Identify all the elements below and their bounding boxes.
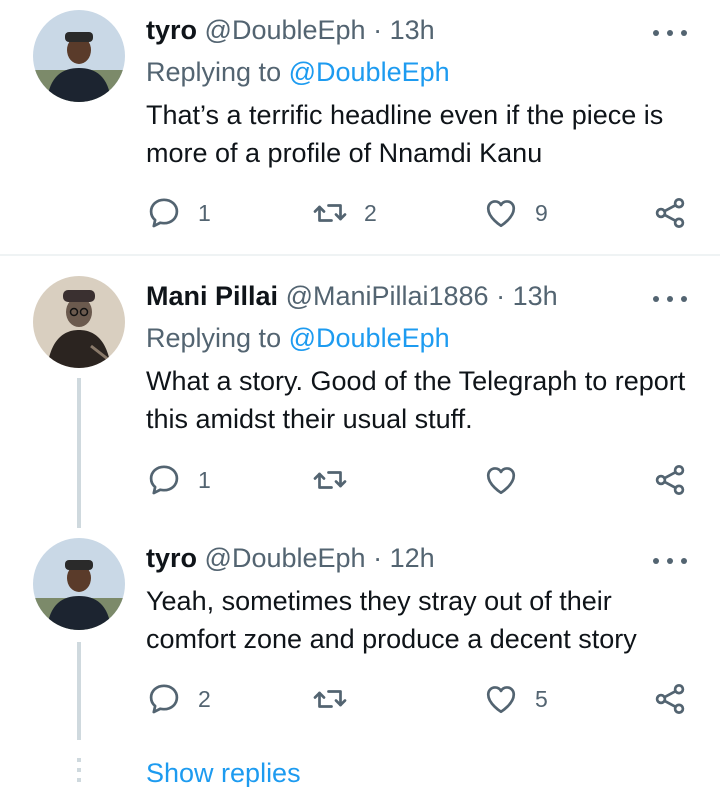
reply-count: 1 — [198, 199, 211, 226]
like-icon — [483, 681, 519, 717]
separator: · — [373, 15, 383, 45]
tweet-2[interactable]: Mani Pillai @ManiPillai1886 · 13h Replyi… — [0, 256, 720, 520]
action-bar: 1 2 9 — [146, 193, 694, 233]
more-icon[interactable] — [653, 293, 687, 305]
replying-to: Replying to @DoubleEph — [146, 322, 450, 354]
more-icon[interactable] — [653, 27, 687, 39]
tweet-3[interactable]: tyro @DoubleEph · 12h Yeah, sometimes th… — [0, 528, 720, 748]
separator: · — [373, 543, 383, 573]
action-bar: 2 5 — [146, 679, 694, 719]
reply-icon — [146, 195, 182, 231]
retweet-icon — [312, 462, 348, 498]
tweet-header: Mani Pillai @ManiPillai1886 · 13h — [146, 280, 558, 312]
like-button[interactable]: 5 — [483, 679, 548, 719]
handle[interactable]: @DoubleEph — [205, 15, 366, 45]
avatar[interactable] — [33, 538, 125, 630]
handle[interactable]: @ManiPillai1886 — [286, 281, 489, 311]
tweet-header: tyro @DoubleEph · 13h — [146, 14, 435, 46]
replying-handle-link[interactable]: @DoubleEph — [289, 323, 450, 353]
display-name[interactable]: tyro — [146, 543, 197, 573]
reply-count: 1 — [198, 466, 211, 493]
tweet-header: tyro @DoubleEph · 12h — [146, 542, 435, 574]
reply-count: 2 — [198, 685, 211, 712]
retweet-button[interactable]: 2 — [312, 193, 377, 233]
separator: · — [496, 281, 506, 311]
thread-line — [77, 642, 81, 740]
share-button[interactable] — [652, 679, 688, 719]
avatar[interactable] — [33, 10, 125, 102]
reply-button[interactable]: 2 — [146, 679, 211, 719]
thread-line — [77, 378, 81, 528]
thread-dots — [77, 758, 81, 787]
avatar[interactable] — [33, 276, 125, 368]
like-count: 5 — [535, 685, 548, 712]
display-name[interactable]: tyro — [146, 15, 197, 45]
retweet-icon — [312, 195, 348, 231]
tweet-1[interactable]: tyro @DoubleEph · 13h Replying to @Doubl… — [0, 0, 720, 255]
like-button[interactable] — [483, 460, 535, 500]
tweet-text: What a story. Good of the Telegraph to r… — [146, 366, 686, 434]
tweet-text: That’s a terrific headline even if the p… — [146, 100, 664, 168]
share-button[interactable] — [652, 193, 688, 233]
more-icon[interactable] — [653, 555, 687, 567]
reply-button[interactable]: 1 — [146, 193, 211, 233]
show-replies-link[interactable]: Show replies — [146, 756, 301, 787]
like-button[interactable]: 9 — [483, 193, 548, 233]
reply-button[interactable]: 1 — [146, 460, 211, 500]
reply-icon — [146, 462, 182, 498]
reply-icon — [146, 681, 182, 717]
retweet-icon — [312, 681, 348, 717]
share-icon — [652, 195, 688, 231]
replying-handle-link[interactable]: @DoubleEph — [289, 57, 450, 87]
timestamp[interactable]: 13h — [390, 15, 435, 45]
timestamp[interactable]: 13h — [513, 281, 558, 311]
retweet-button[interactable] — [312, 460, 364, 500]
share-button[interactable] — [652, 460, 688, 500]
share-icon — [652, 462, 688, 498]
replying-label: Replying to — [146, 57, 282, 87]
retweet-button[interactable] — [312, 679, 364, 719]
handle[interactable]: @DoubleEph — [205, 543, 366, 573]
timestamp[interactable]: 12h — [390, 543, 435, 573]
like-icon — [483, 195, 519, 231]
like-icon — [483, 462, 519, 498]
tweet-text: Yeah, sometimes they stray out of their … — [146, 586, 637, 654]
retweet-count: 2 — [364, 199, 377, 226]
display-name[interactable]: Mani Pillai — [146, 281, 278, 311]
action-bar: 1 — [146, 460, 694, 500]
replying-to: Replying to @DoubleEph — [146, 56, 450, 88]
replying-label: Replying to — [146, 323, 282, 353]
like-count: 9 — [535, 199, 548, 226]
share-icon — [652, 681, 688, 717]
